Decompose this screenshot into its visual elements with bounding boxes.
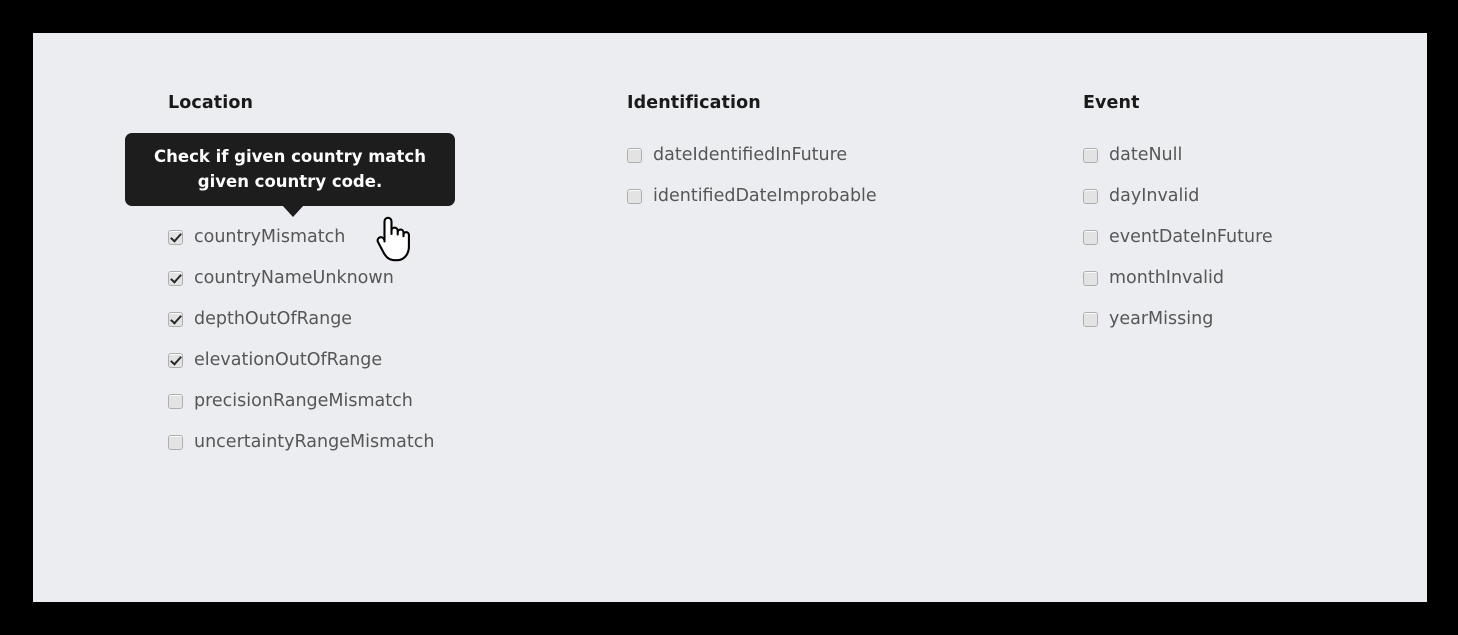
checkbox-monthInvalid[interactable] xyxy=(1083,271,1098,286)
checkbox-row-countryNameUnknown[interactable]: countryNameUnknown xyxy=(168,258,598,299)
checkbox-countryMismatch[interactable] xyxy=(168,230,183,245)
checkbox-row-monthInvalid[interactable]: monthInvalid xyxy=(1083,258,1413,299)
checkbox-dateIdentifiedInFuture[interactable] xyxy=(627,148,642,163)
checkbox-row-yearMissing[interactable]: yearMissing xyxy=(1083,299,1413,340)
column-title-identification: Identification xyxy=(627,93,761,113)
checkbox-row-dayInvalid[interactable]: dayInvalid xyxy=(1083,176,1413,217)
checkbox-row-identifiedDateImprobable[interactable]: identifiedDateImprobable xyxy=(627,176,1047,217)
checkbox-label-elevationOutOfRange[interactable]: elevationOutOfRange xyxy=(194,340,382,381)
checkbox-row-eventDateInFuture[interactable]: eventDateInFuture xyxy=(1083,217,1413,258)
checkbox-countryNameUnknown[interactable] xyxy=(168,271,183,286)
checkbox-label-precisionRangeMismatch[interactable]: precisionRangeMismatch xyxy=(194,381,413,422)
checkbox-row-precisionRangeMismatch[interactable]: precisionRangeMismatch xyxy=(168,381,598,422)
issue-column-event: Event dateNull dayInvalid eventDateInFut… xyxy=(1083,93,1413,340)
checkbox-row-depthOutOfRange[interactable]: depthOutOfRange xyxy=(168,299,598,340)
tooltip-line-1: Check if given country match xyxy=(154,147,426,166)
tooltip: Check if given country match given count… xyxy=(125,133,455,217)
tooltip-arrow-icon xyxy=(282,205,304,217)
checkbox-dayInvalid[interactable] xyxy=(1083,189,1098,204)
checkbox-depthOutOfRange[interactable] xyxy=(168,312,183,327)
checkbox-label-dateNull[interactable]: dateNull xyxy=(1109,135,1182,176)
checkbox-label-dayInvalid[interactable]: dayInvalid xyxy=(1109,176,1199,217)
checkbox-uncertaintyRangeMismatch[interactable] xyxy=(168,435,183,450)
column-title-event: Event xyxy=(1083,93,1140,113)
checkbox-label-countryMismatch[interactable]: countryMismatch xyxy=(194,217,345,258)
checkbox-label-uncertaintyRangeMismatch[interactable]: uncertaintyRangeMismatch xyxy=(194,422,434,463)
checkbox-precisionRangeMismatch[interactable] xyxy=(168,394,183,409)
tooltip-line-2: given country code. xyxy=(197,172,383,191)
checkbox-yearMissing[interactable] xyxy=(1083,312,1098,327)
checkbox-label-eventDateInFuture[interactable]: eventDateInFuture xyxy=(1109,217,1273,258)
checkbox-elevationOutOfRange[interactable] xyxy=(168,353,183,368)
issue-columns: Location coordinatePrecisionMismatch coo… xyxy=(33,33,1427,602)
checkbox-label-monthInvalid[interactable]: monthInvalid xyxy=(1109,258,1224,299)
checkbox-row-dateIdentifiedInFuture[interactable]: dateIdentifiedInFuture xyxy=(627,135,1047,176)
checkbox-label-depthOutOfRange[interactable]: depthOutOfRange xyxy=(194,299,352,340)
checkbox-label-dateIdentifiedInFuture[interactable]: dateIdentifiedInFuture xyxy=(653,135,847,176)
checkbox-label-identifiedDateImprobable[interactable]: identifiedDateImprobable xyxy=(653,176,877,217)
checkbox-eventDateInFuture[interactable] xyxy=(1083,230,1098,245)
issue-column-identification: Identification dateIdentifiedInFuture id… xyxy=(627,93,1047,217)
checkbox-row-dateNull[interactable]: dateNull xyxy=(1083,135,1413,176)
checkbox-label-yearMissing[interactable]: yearMissing xyxy=(1109,299,1213,340)
checkbox-dateNull[interactable] xyxy=(1083,148,1098,163)
checkbox-row-uncertaintyRangeMismatch[interactable]: uncertaintyRangeMismatch xyxy=(168,422,598,463)
checkbox-identifiedDateImprobable[interactable] xyxy=(627,189,642,204)
checkbox-label-countryNameUnknown[interactable]: countryNameUnknown xyxy=(194,258,394,299)
issue-filter-panel: Location coordinatePrecisionMismatch coo… xyxy=(33,33,1427,602)
checkbox-row-elevationOutOfRange[interactable]: elevationOutOfRange xyxy=(168,340,598,381)
checkbox-row-countryMismatch[interactable]: countryMismatch xyxy=(168,217,598,258)
column-title-location: Location xyxy=(168,93,254,113)
